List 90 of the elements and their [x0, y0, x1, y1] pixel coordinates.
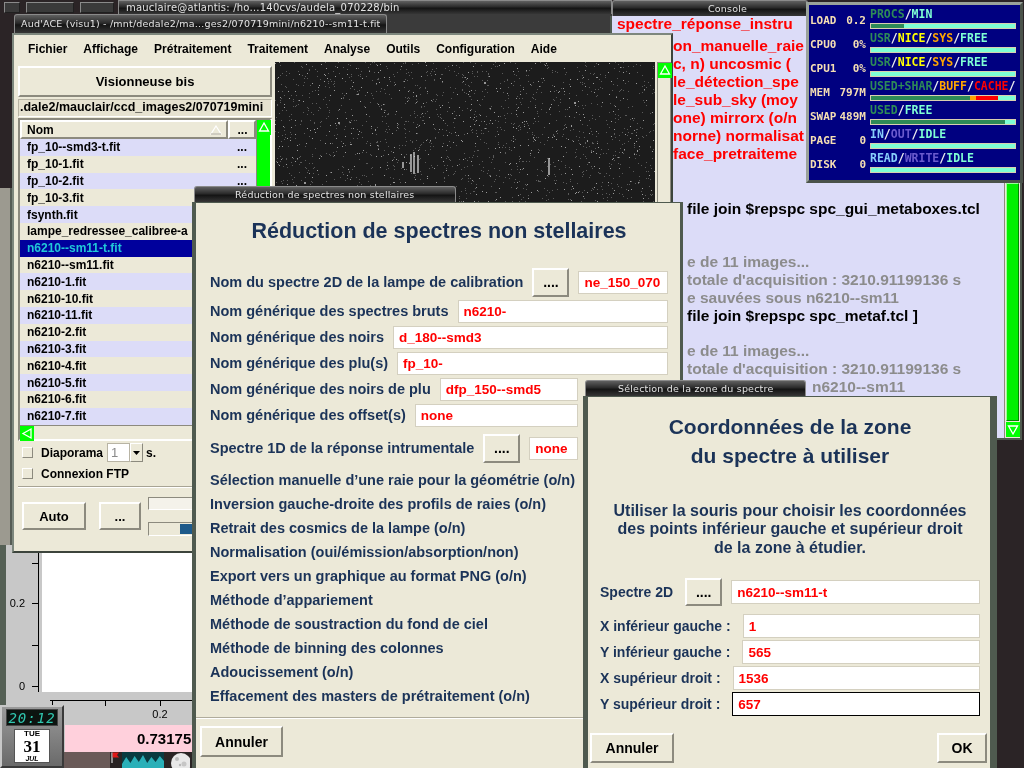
option-label: Retrait des cosmics de la lampe (o/n) — [210, 520, 466, 536]
file-info: ... — [237, 174, 247, 188]
calendar-day: 31 — [23, 738, 41, 755]
option-label: Méthode d’appariement — [210, 592, 373, 608]
file-name: fp_10-3.fit — [27, 190, 84, 205]
console-line: totale d'acquisition : 3210.91199136 s — [687, 271, 962, 289]
file-name: n6210-6.fit — [27, 392, 87, 407]
clock-time: 20:12 — [6, 709, 58, 726]
meter-legend: IN/OUT/IDLE — [870, 127, 947, 141]
field-label: Spectre 2D — [600, 584, 674, 600]
meter-label: PAGE — [810, 134, 837, 147]
console-line: file join $repspc spc_metaf.tcl ] — [687, 307, 918, 325]
console-line: n6210--sm11 — [812, 378, 906, 396]
checkbox-label: Connexion FTP — [41, 466, 129, 481]
calendar-weekday: TUE — [24, 730, 40, 738]
option-label: Méthode de binning des colonnes — [210, 640, 444, 656]
meter-legend: USED/FREE — [870, 103, 933, 117]
console-line: on_manuelle_raie — [673, 37, 804, 55]
option-label: Méthode de soustraction du fond de ciel — [210, 616, 488, 632]
file-name: n6210-7.fit — [27, 409, 87, 424]
file-name: n6210-1.fit — [27, 274, 87, 289]
option-label: Adoucissement (o/n) — [210, 664, 354, 680]
dialog-heading: Coordonnées de la zone du spectre à utiliser — [668, 414, 912, 469]
axis-tick-label: 0.2 — [152, 708, 168, 720]
meter-value: 0 — [859, 158, 866, 171]
file-name: n6210-3.fit — [27, 341, 87, 356]
file-name: n6210-5.fit — [27, 375, 87, 390]
field-label: X supérieur droit : — [600, 670, 721, 686]
field-label: Spectre 1D de la réponse intrumentale — [210, 440, 475, 456]
file-info: ... — [237, 157, 247, 172]
window-title: mauclaire@atlantis: /ho…140cvs/audela_070228/bin — [118, 0, 612, 14]
file-name: n6210-2.fit — [27, 325, 87, 340]
console-line: one) mirrorx (o/n — [673, 109, 797, 127]
unit-label: s. — [146, 445, 157, 460]
option-label: Sélection manuelle d’une raie pour la géométrie (o/n) — [210, 472, 575, 488]
file-name: fsynth.fit — [27, 207, 78, 222]
field-label: X inférieur gauche : — [600, 618, 731, 634]
meter-legend: READ/WRITE/IDLE — [870, 151, 974, 165]
option-label: Normalisation (oui/émission/absorption/non) — [210, 544, 519, 560]
meter-label: SWAP — [810, 110, 837, 123]
option-label: Effacement des masters de prétraitement (o/n) — [210, 688, 530, 704]
path-label: .dale2/mauclair/ccd_images2/070719mini — [18, 99, 272, 117]
option-label: Inversion gauche-droite des profils de raies (o/n) — [210, 496, 546, 512]
meter-value: 0 — [859, 134, 866, 147]
meter-value: 797M — [839, 86, 866, 99]
axis-tick-label: 0.2 — [9, 597, 25, 609]
instructions-text: Utiliser la souris pour choisir les coordonnées des points inférieur gauche et supérieur droit de la zone à étudier. — [613, 501, 967, 557]
meter-label: LOAD — [810, 14, 837, 27]
console-line: norne) normalisat — [673, 127, 804, 145]
console-line: c, n) uncosmic ( — [673, 55, 791, 73]
window-title: Console — [612, 0, 808, 16]
file-name: n6210-10.fit — [27, 291, 94, 306]
meter-value: 0.2 — [846, 14, 866, 27]
file-name: fp_10-2.fit — [27, 174, 84, 188]
meter-label: CPU0 — [810, 38, 837, 51]
file-name: fp_10-1.fit — [27, 157, 84, 172]
console-line: file join $repspc spc_gui_metaboxes.tcl — [687, 200, 980, 218]
field-label: Y inférieur gauche : — [600, 644, 731, 660]
console-line: e sauvées sous n6210--sm11 — [687, 289, 899, 307]
field-label: Y supérieur droit : — [600, 696, 721, 712]
window-title: Aud'ACE (visu1) - /mnt/dedale2/ma…ges2/070719mini/n6210--sm11-t.fit — [14, 14, 388, 33]
checkbox-label: Diaporama — [41, 445, 104, 460]
window-title: Réduction de spectres non stellaires — [194, 186, 456, 202]
meter-legend: PROCS/MIN — [870, 7, 933, 21]
meter-legend: USR/NICE/SYS/FREE — [870, 55, 988, 69]
file-name: fp_10--smd3-t.fit — [27, 140, 121, 155]
console-line: le_sub_sky (moy — [673, 91, 798, 109]
console-line: totale d'acquisition : 3210.91199136 s — [687, 360, 962, 378]
file-name: lampe_redressee_calibree-a — [27, 224, 188, 239]
option-label: Export vers un graphique au format PNG (o/n) — [210, 568, 527, 584]
meter-value: 0% — [852, 38, 866, 51]
meter-legend: USR/NICE/SYS/FREE — [870, 31, 988, 45]
meter-value: 0% — [852, 62, 866, 75]
console-line: e de 11 images... — [687, 342, 810, 360]
window-title: Sélection de la zone du spectre — [585, 380, 807, 396]
meter-value: 489M — [839, 110, 866, 123]
meter-label: DISK — [810, 158, 837, 171]
file-info: ... — [237, 140, 247, 155]
console-line: e de 11 images... — [687, 253, 810, 271]
file-name: n6210-4.fit — [27, 358, 87, 373]
console-line: spectre_réponse_instru — [617, 16, 793, 32]
axis-tick-label: 0 — [18, 680, 25, 692]
file-name: n6210--sm11.fit — [27, 257, 114, 272]
meter-label: MEM — [810, 86, 830, 99]
file-name: n6210--sm11-t.fit — [27, 241, 122, 256]
meter-legend: USED+SHAR/BUFF/CACHE/ — [870, 79, 1016, 93]
console-line: face_pretraiteme — [673, 145, 798, 163]
console-line: le_détection_spe — [673, 73, 799, 91]
file-name: n6210-11.fit — [27, 308, 93, 323]
meter-label: CPU1 — [810, 62, 837, 75]
